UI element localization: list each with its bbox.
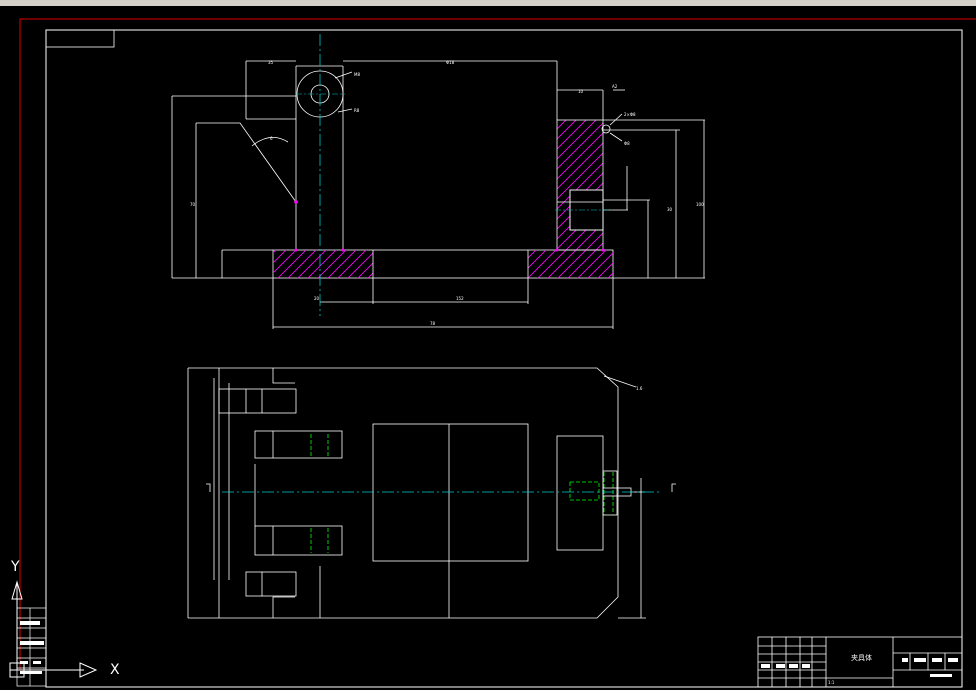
dim-label: Φ18 (446, 60, 455, 65)
dim-label: 20 (314, 296, 320, 301)
dim-label: M8 (354, 72, 360, 77)
dim-label: 78 (430, 321, 436, 326)
ucs-y-label: Y (10, 559, 20, 575)
dim-label: 1.6 (636, 386, 643, 391)
ucs-icon (9, 580, 98, 678)
drawing-frame (45, 29, 963, 688)
top-left-label-box (45, 29, 115, 48)
dim-label: 30 (667, 207, 673, 212)
title-block-scale: 1:1 (828, 680, 835, 685)
dim-label: 2×Φ8 (624, 112, 636, 117)
dim-label: 35 (268, 60, 274, 65)
dim-label: Φ8 (624, 141, 630, 146)
front-view[interactable] (171, 60, 705, 329)
drawing-limits-border (19, 18, 976, 670)
title-block[interactable] (757, 636, 963, 688)
dim-label: A2 (612, 84, 618, 89)
revision-block (16, 607, 47, 687)
dim-label: R8 (354, 108, 360, 113)
dim-label: 70 (190, 202, 196, 207)
title-block-name: 夹具体 (851, 653, 872, 662)
dim-label: 10 (578, 89, 584, 94)
ucs-x-label: X (110, 662, 120, 678)
dim-label: 6 (270, 136, 273, 141)
dim-label: 152 (456, 296, 464, 301)
dimension-texts: M8 R8 35 10 Φ18 2×Φ8 Φ8 6 152 78 20 70 1… (190, 60, 704, 391)
dim-label: 100 (696, 202, 704, 207)
cad-model-space[interactable]: M8 R8 35 10 Φ18 2×Φ8 Φ8 6 152 78 20 70 1… (0, 6, 976, 690)
top-view-hidden-lines (310, 434, 614, 553)
